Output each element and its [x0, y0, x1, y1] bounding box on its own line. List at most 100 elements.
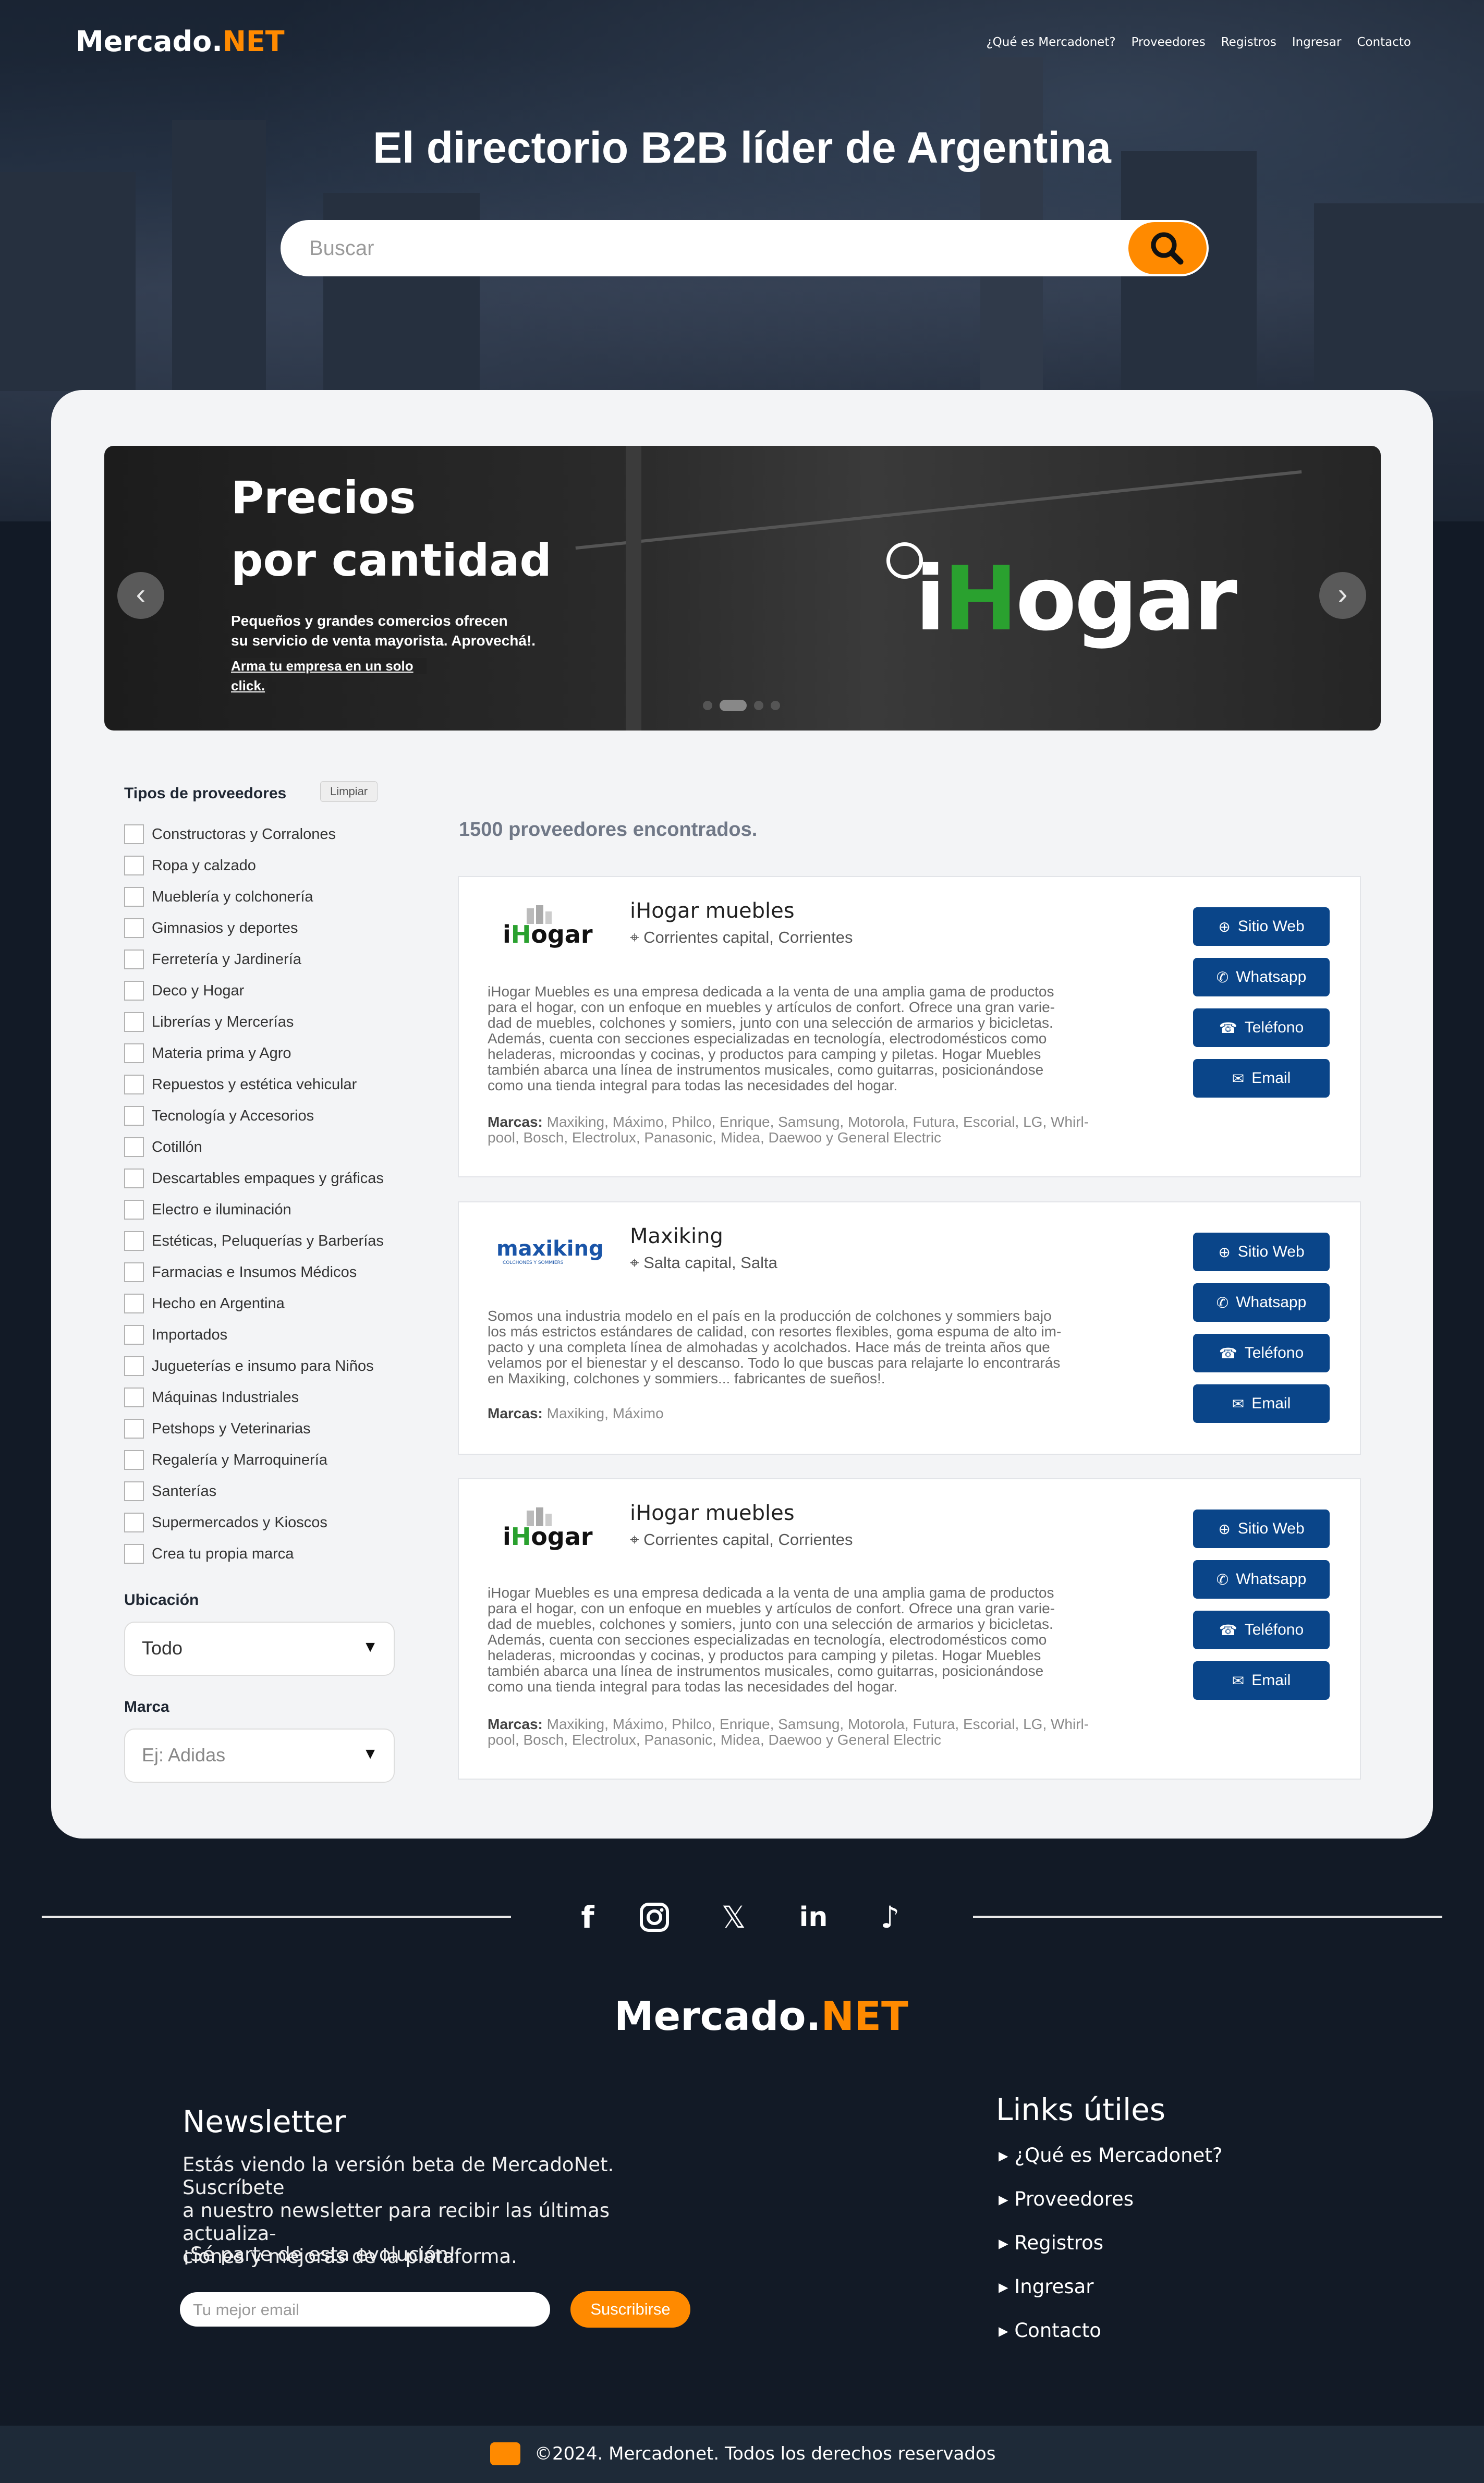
filter-checkbox[interactable] [124, 1544, 144, 1564]
website-button[interactable]: ⊕ Sitio Web [1193, 907, 1330, 946]
filter-checkbox[interactable] [124, 1450, 144, 1470]
filter-option[interactable]: Regalería y Marroquinería [124, 1444, 384, 1476]
filter-checkbox[interactable] [124, 1294, 144, 1313]
filter-checkbox[interactable] [124, 1356, 144, 1376]
email-button[interactable]: ✉ Email [1193, 1661, 1330, 1700]
filter-checkbox[interactable] [124, 1043, 144, 1063]
website-button[interactable]: ⊕ Sitio Web [1193, 1233, 1330, 1271]
linkedin-icon[interactable]: in [795, 1899, 832, 1936]
filter-option[interactable]: Ropa y calzado [124, 850, 384, 881]
provider-name[interactable]: Maxiking [630, 1224, 723, 1248]
filter-checkbox[interactable] [124, 856, 144, 875]
filter-checkbox[interactable] [124, 1325, 144, 1345]
filter-option-label: Gimnasios y deportes [152, 919, 298, 936]
filter-option[interactable]: Mueblería y colchonería [124, 881, 384, 912]
carousel-dot[interactable] [771, 701, 780, 710]
filter-checkbox[interactable] [124, 1513, 144, 1532]
nav-link-registros[interactable]: Registros [1221, 35, 1276, 49]
provider-name[interactable]: iHogar muebles [630, 899, 795, 923]
filter-checkbox[interactable] [124, 1387, 144, 1407]
email-button[interactable]: ✉ Email [1193, 1384, 1330, 1423]
filter-option[interactable]: Crea tu propia marca [124, 1538, 384, 1569]
phone-button[interactable]: ☎ Teléfono [1193, 1334, 1330, 1372]
filter-checkbox[interactable] [124, 1137, 144, 1157]
filter-checkbox[interactable] [124, 1419, 144, 1439]
filter-checkbox[interactable] [124, 887, 144, 907]
filter-option[interactable]: Librerías y Mercerías [124, 1006, 384, 1038]
filter-option[interactable]: Electro e iluminación [124, 1194, 384, 1225]
nav-link-que-es[interactable]: ¿Qué es Mercadonet? [986, 35, 1115, 49]
carousel-dot-active[interactable] [720, 700, 747, 711]
nav-link-proveedores[interactable]: Proveedores [1132, 35, 1206, 49]
filter-option[interactable]: Deco y Hogar [124, 975, 384, 1006]
search-input[interactable]: Buscar [309, 237, 374, 260]
nav-link-ingresar[interactable]: Ingresar [1292, 35, 1342, 49]
email-button[interactable]: ✉ Email [1193, 1059, 1330, 1098]
banner-cta-2[interactable]: click. [231, 678, 267, 694]
newsletter-email-input[interactable]: Tu mejor email [180, 2292, 550, 2327]
provider-logo[interactable]: iHogar [495, 1506, 605, 1553]
filter-option[interactable]: Supermercados y Kioscos [124, 1507, 384, 1538]
footer-link-registros[interactable]: ▸ Registros [999, 2232, 1103, 2254]
filter-option[interactable]: Farmacias e Insumos Médicos [124, 1257, 384, 1288]
filter-option[interactable]: Jugueterías e insumo para Niños [124, 1350, 384, 1382]
banner-cta-1[interactable]: Arma tu empresa en un solo [231, 658, 427, 674]
provider-card: iHogar iHogar muebles ⌖ Corrientes capit… [458, 1478, 1361, 1780]
filter-checkbox[interactable] [124, 950, 144, 969]
location-select[interactable]: Todo ▼ [124, 1622, 395, 1676]
tiktok-icon[interactable]: ♪ [872, 1899, 908, 1936]
instagram-icon[interactable] [636, 1899, 673, 1936]
filter-checkbox[interactable] [124, 1481, 144, 1501]
whatsapp-button[interactable]: ✆ Whatsapp [1193, 1283, 1330, 1322]
banner-next-button[interactable]: › [1319, 572, 1366, 619]
site-logo[interactable]: Mercado.NET [76, 25, 285, 58]
provider-name[interactable]: iHogar muebles [630, 1501, 795, 1525]
filter-option[interactable]: Hecho en Argentina [124, 1288, 384, 1319]
carousel-dot[interactable] [754, 701, 763, 710]
filter-option[interactable]: Repuestos y estética vehicular [124, 1069, 384, 1100]
filter-checkbox[interactable] [124, 981, 144, 1001]
footer-link-contacto[interactable]: ▸ Contacto [999, 2319, 1101, 2342]
phone-button[interactable]: ☎ Teléfono [1193, 1008, 1330, 1047]
whatsapp-button[interactable]: ✆ Whatsapp [1193, 958, 1330, 996]
filter-option[interactable]: Ferretería y Jardinería [124, 944, 384, 975]
facebook-icon[interactable]: f [569, 1899, 606, 1936]
filter-checkbox[interactable] [124, 1200, 144, 1220]
footer-link-proveedores[interactable]: ▸ Proveedores [999, 2188, 1134, 2210]
filter-checkbox[interactable] [124, 1169, 144, 1188]
filter-checkbox[interactable] [124, 1106, 144, 1126]
provider-logo[interactable]: maxiking COLCHONES Y SOMMIERS [495, 1230, 605, 1276]
filter-option[interactable]: Petshops y Veterinarias [124, 1413, 384, 1444]
footer-link-ingresar[interactable]: ▸ Ingresar [999, 2275, 1094, 2298]
footer-link-que-es[interactable]: ▸ ¿Qué es Mercadonet? [999, 2144, 1222, 2166]
filter-option[interactable]: Gimnasios y deportes [124, 912, 384, 944]
filter-option[interactable]: Materia prima y Agro [124, 1038, 384, 1069]
brand-select[interactable]: Ej: Adidas ▼ [124, 1729, 395, 1783]
x-icon[interactable]: 𝕏 [715, 1899, 752, 1936]
filter-option[interactable]: Descartables empaques y gráficas [124, 1163, 384, 1194]
subscribe-button[interactable]: Suscribirse [570, 2291, 690, 2328]
carousel-dot[interactable] [703, 701, 712, 710]
search-button[interactable] [1128, 222, 1207, 274]
filter-option[interactable]: Importados [124, 1319, 384, 1350]
filter-option[interactable]: Máquinas Industriales [124, 1382, 384, 1413]
filter-checkbox[interactable] [124, 824, 144, 844]
whatsapp-button[interactable]: ✆ Whatsapp [1193, 1560, 1330, 1599]
provider-logo[interactable]: iHogar [495, 904, 605, 951]
banner-prev-button[interactable]: ‹ [117, 572, 164, 619]
filter-checkbox[interactable] [124, 918, 144, 938]
clear-filters-button[interactable]: Limpiar [320, 781, 378, 802]
filter-option[interactable]: Constructoras y Corralones [124, 819, 384, 850]
filter-checkbox[interactable] [124, 1075, 144, 1094]
filter-checkbox[interactable] [124, 1231, 144, 1251]
filter-checkbox[interactable] [124, 1012, 144, 1032]
phone-button[interactable]: ☎ Teléfono [1193, 1611, 1330, 1649]
filter-option[interactable]: Santerías [124, 1476, 384, 1507]
filter-checkbox[interactable] [124, 1262, 144, 1282]
filter-option[interactable]: Cotillón [124, 1131, 384, 1163]
nav-link-contacto[interactable]: Contacto [1357, 35, 1411, 49]
footer-logo[interactable]: Mercado.NET [614, 1993, 908, 2039]
website-button[interactable]: ⊕ Sitio Web [1193, 1510, 1330, 1548]
filter-option[interactable]: Tecnología y Accesorios [124, 1100, 384, 1131]
filter-option[interactable]: Estéticas, Peluquerías y Barberías [124, 1225, 384, 1257]
